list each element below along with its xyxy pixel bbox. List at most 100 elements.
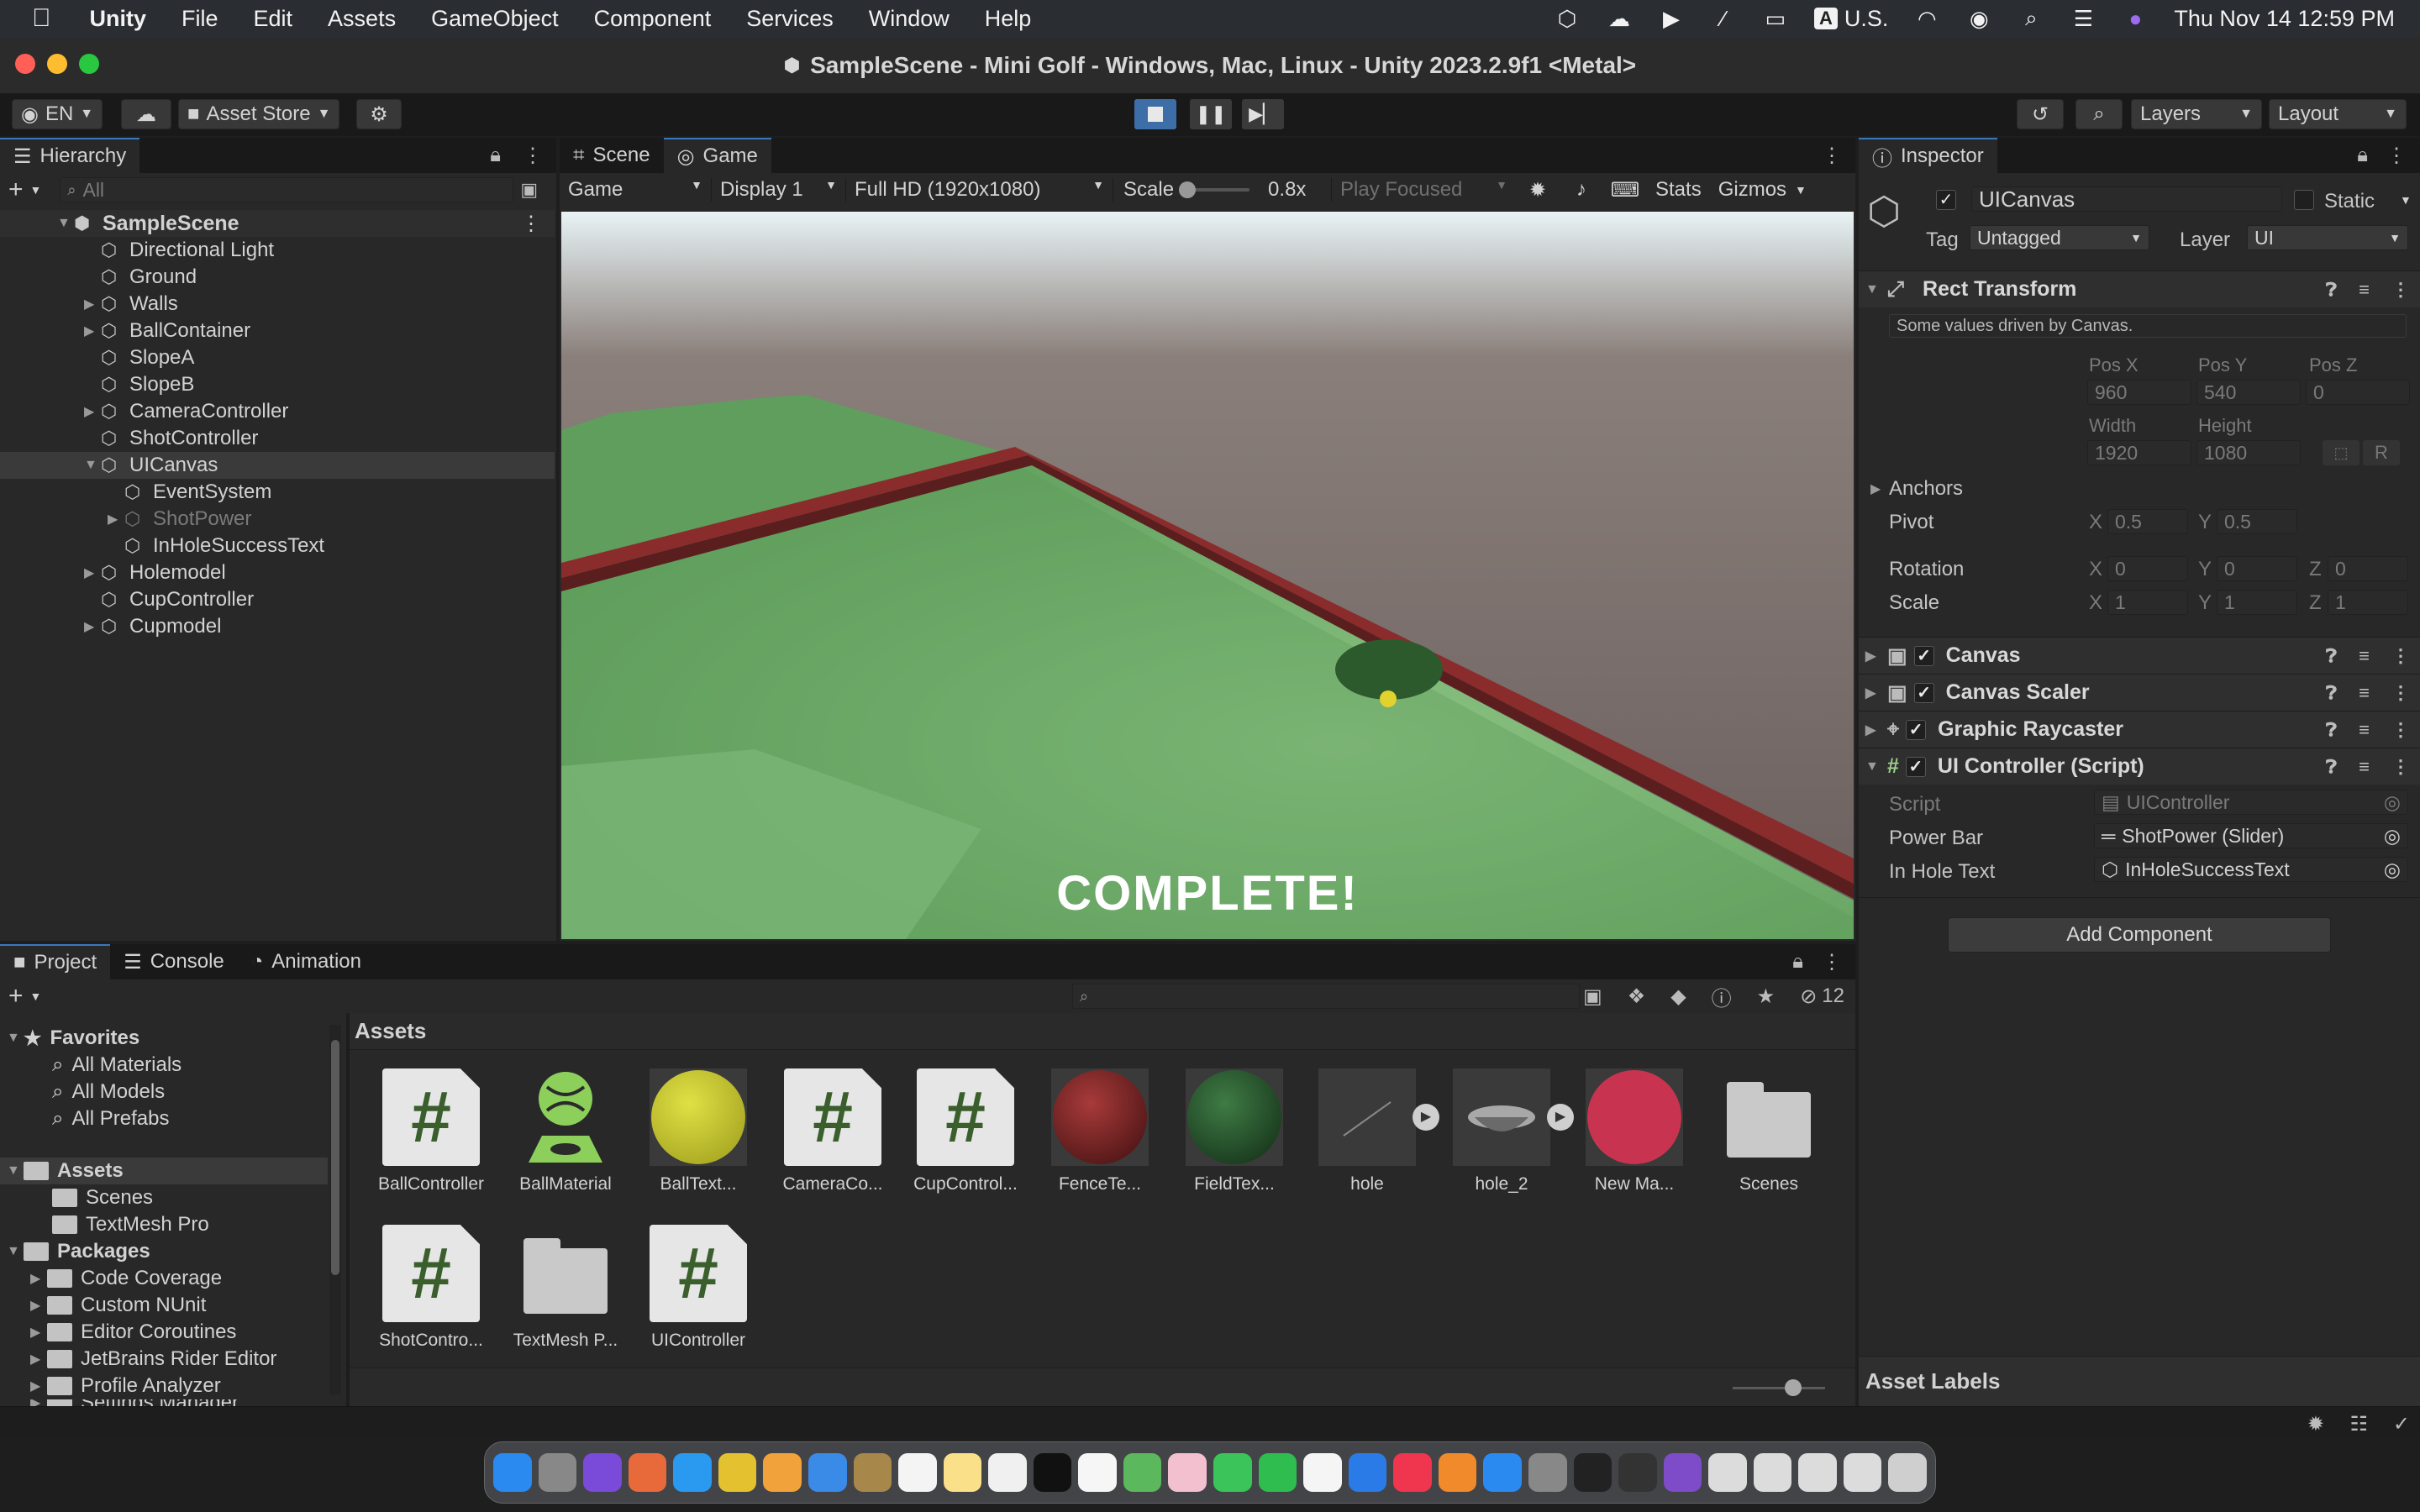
menu-clock[interactable]: Thu Nov 14 12:59 PM [2174, 6, 2395, 32]
siri-icon[interactable] [583, 1453, 622, 1492]
asset-item[interactable]: # BallController [368, 1068, 494, 1194]
presets-icon[interactable]: ≡ [2359, 279, 2370, 301]
expand-arrow-icon[interactable]: ▶ [1865, 648, 1882, 664]
anchors-label[interactable]: Anchors [1889, 477, 1963, 501]
asset-labels-header[interactable]: Asset Labels [1859, 1356, 2420, 1406]
control-center-icon[interactable]: ☰ [2070, 6, 2096, 31]
menu-window[interactable]: Window [869, 6, 950, 32]
search-button[interactable]: ⌕ [2075, 99, 2123, 129]
hierarchy-item[interactable]: ▶ ⬡ Walls [0, 291, 555, 318]
layers-dropdown[interactable]: Layers ▼ [2131, 99, 2262, 129]
numbers-icon[interactable] [1303, 1453, 1342, 1492]
asset-item[interactable]: # CupControl... [902, 1068, 1028, 1194]
pos-y-field[interactable]: 540 [2196, 380, 2301, 405]
hierarchy-item[interactable]: ▶ ⬡ Holemodel [0, 559, 555, 586]
expand-arrow-icon[interactable]: ▶ [84, 323, 101, 339]
trash-icon[interactable] [1888, 1453, 1927, 1492]
mail-icon[interactable] [808, 1453, 847, 1492]
launchpad-icon[interactable] [628, 1453, 667, 1492]
package-item[interactable]: ▶ Custom NUnit [0, 1292, 328, 1319]
documents-stack-icon[interactable] [1753, 1453, 1792, 1492]
step-button[interactable]: ▶▏ [1242, 99, 1284, 129]
pause-button[interactable]: ❚❚ [1190, 99, 1232, 129]
system-settings-icon[interactable] [1528, 1453, 1567, 1492]
rect-transform-header[interactable]: ▼ ⤢ Rect Transform ❓︎ ≡ ⋮ [1859, 270, 2420, 307]
close-window-button[interactable] [15, 54, 35, 74]
game-render[interactable]: COMPLETE! [561, 212, 1854, 939]
add-component-button[interactable]: Add Component [1948, 917, 2331, 953]
play-focused-dropdown[interactable]: Play Focused ▼ [1331, 178, 1516, 202]
resolution-dropdown[interactable]: Full HD (1920x1080) ▼ [845, 178, 1113, 202]
keyboard-icon[interactable]: ⌨ [1603, 178, 1647, 202]
asset-item[interactable]: # ShotContro... [368, 1225, 494, 1351]
game-mode-dropdown[interactable]: Game ▼ [560, 178, 711, 202]
audio-icon[interactable]: ♪ [1560, 178, 1603, 202]
rotation-y-field[interactable]: 0 [2217, 556, 2297, 581]
hierarchy-item[interactable]: ⬡ SlopeA [0, 344, 555, 371]
menu-edit[interactable]: Edit [254, 6, 293, 32]
scene-row[interactable]: ▼ ⬢ SampleScene ⋮ [0, 210, 555, 237]
expand-arrow-icon[interactable]: ▶ [30, 1297, 47, 1314]
unity-hub-icon[interactable] [1573, 1453, 1612, 1492]
expand-arrow-icon[interactable]: ▼ [7, 1163, 24, 1179]
width-field[interactable]: 1920 [2087, 440, 2191, 465]
presets-icon[interactable]: ≡ [2359, 756, 2370, 778]
icon-size-slider[interactable] [1733, 1379, 1825, 1396]
photos-icon[interactable] [1168, 1453, 1207, 1492]
favorites-row[interactable]: ▼ ★ Favorites [0, 1025, 328, 1052]
filter-label-icon[interactable]: ◆ [1670, 984, 1686, 1009]
desktop-stack-icon[interactable] [1843, 1453, 1882, 1492]
app-store-icon[interactable] [1483, 1453, 1522, 1492]
tab-inspector[interactable]: ⓘ Inspector [1859, 138, 1997, 173]
object-name-field[interactable]: UICanvas [1971, 186, 2282, 212]
spotlight-search-icon[interactable]: ⌕ [2018, 5, 2044, 30]
asset-store-button[interactable]: ■ Asset Store ▼ [178, 99, 340, 129]
tab-scene[interactable]: ⌗ Scene [560, 138, 664, 173]
keynote-icon[interactable] [1348, 1453, 1387, 1492]
sublime-icon[interactable] [763, 1453, 802, 1492]
hierarchy-item[interactable]: ⬡ ShotController [0, 425, 555, 452]
object-picker-icon[interactable]: ◎ [2384, 825, 2401, 848]
bug-icon[interactable]: ✹ [1516, 178, 1560, 202]
enabled-checkbox[interactable]: ✓ [1905, 756, 1926, 777]
expand-arrow-icon[interactable]: ▼ [7, 1244, 24, 1259]
presets-icon[interactable]: ≡ [2359, 645, 2370, 667]
object-picker-icon[interactable]: ◎ [2384, 858, 2401, 881]
lock-icon[interactable]: 🔒︎ [490, 144, 501, 167]
hierarchy-item[interactable]: ▶ ⬡ CameraController [0, 398, 555, 425]
expand-arrow-icon[interactable]: ▶ [108, 511, 124, 528]
expand-arrow-icon[interactable]: ▶ [1865, 722, 1882, 738]
add-icon[interactable]: + [8, 176, 24, 204]
kebab-menu-icon[interactable]: ⋮ [2391, 719, 2410, 741]
warning-icon[interactable]: ⓘ [1712, 982, 1732, 1011]
expand-arrow-icon[interactable]: ▶ [1870, 480, 1887, 497]
script-field[interactable]: ▤ UIController ◎ [2094, 790, 2408, 815]
expand-arrow-icon[interactable]: ▼ [84, 458, 101, 473]
expand-prefab-icon[interactable]: ▶ [1413, 1104, 1439, 1131]
kebab-menu-icon[interactable]: ⋮ [1822, 950, 1842, 974]
downloads-stack-icon[interactable] [1708, 1453, 1747, 1492]
input-source-badge[interactable]: A [1813, 8, 1838, 29]
presets-icon[interactable]: ≡ [2359, 682, 2370, 704]
asset-item[interactable]: Scenes [1706, 1068, 1832, 1194]
hierarchy-item[interactable]: ⬡ SlopeB [0, 371, 555, 398]
pivot-y-field[interactable]: 0.5 [2217, 509, 2297, 534]
scale-x-field[interactable]: 1 [2107, 590, 2188, 615]
unity-status-icon[interactable]: ⬡ [1554, 6, 1581, 31]
scene-search-icon[interactable]: ▣ [1583, 984, 1602, 1009]
stats-button[interactable]: Stats [1647, 178, 1710, 202]
asset-item[interactable]: FenceTe... [1037, 1068, 1163, 1194]
tree-scrollbar[interactable] [329, 1025, 341, 1394]
object-picker-icon[interactable]: ◎ [2384, 791, 2401, 814]
apple-icon[interactable]:  [32, 4, 51, 33]
help-icon[interactable]: ❓︎ [2326, 645, 2337, 667]
tag-dropdown[interactable]: Untagged ▼ [1970, 225, 2149, 250]
gizmos-button[interactable]: Gizmos [1710, 178, 1795, 202]
expand-arrow-icon[interactable]: ▼ [1865, 759, 1882, 774]
chrome-icon[interactable] [718, 1453, 757, 1492]
cloud-button[interactable]: ☁ [121, 99, 171, 129]
asset-item[interactable]: BallMaterial [502, 1068, 629, 1194]
asset-item[interactable]: TextMesh P... [502, 1225, 629, 1351]
hidden-packages-toggle[interactable]: ⊘ 12 [1800, 984, 1844, 1009]
project-search-input[interactable]: ⌕ [1072, 984, 1580, 1009]
